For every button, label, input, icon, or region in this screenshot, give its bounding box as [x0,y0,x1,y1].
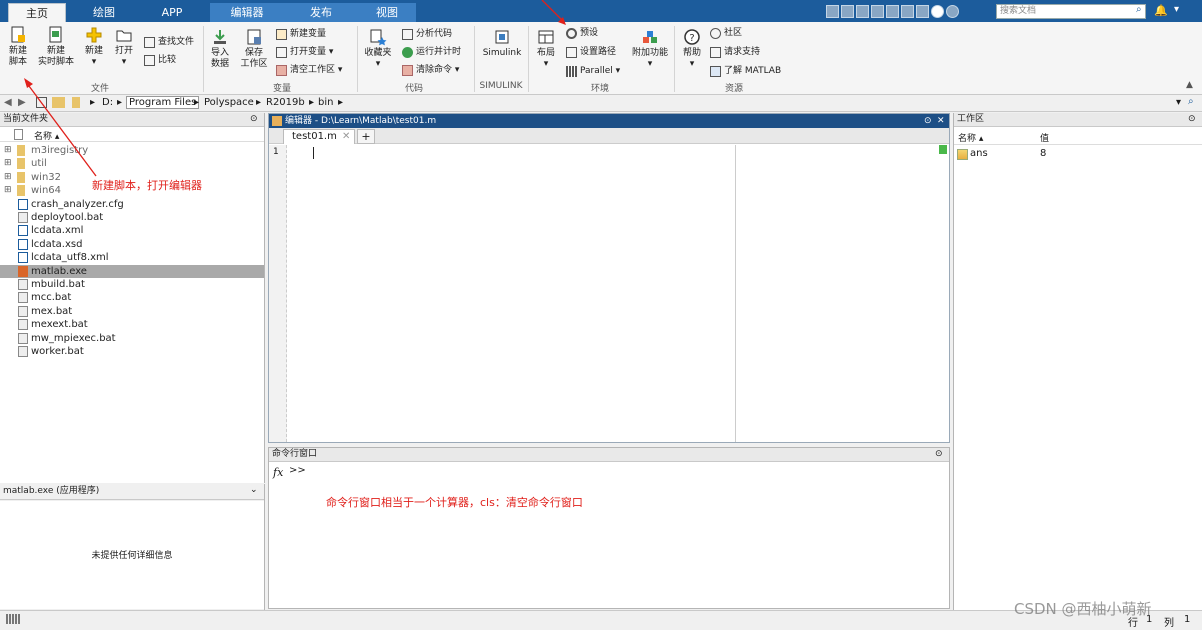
arrow-preferences [541,0,565,23]
annotation-arrows [24,0,566,177]
arrow-head [558,17,566,25]
arrow-head [24,78,33,88]
arrow-new-script [25,81,97,177]
annotation-command-window: 命令行窗口相当于一个计算器，cls：清空命令行窗口 [326,496,583,509]
annotation-new-script: 新建脚本，打开编辑器 [92,179,202,192]
